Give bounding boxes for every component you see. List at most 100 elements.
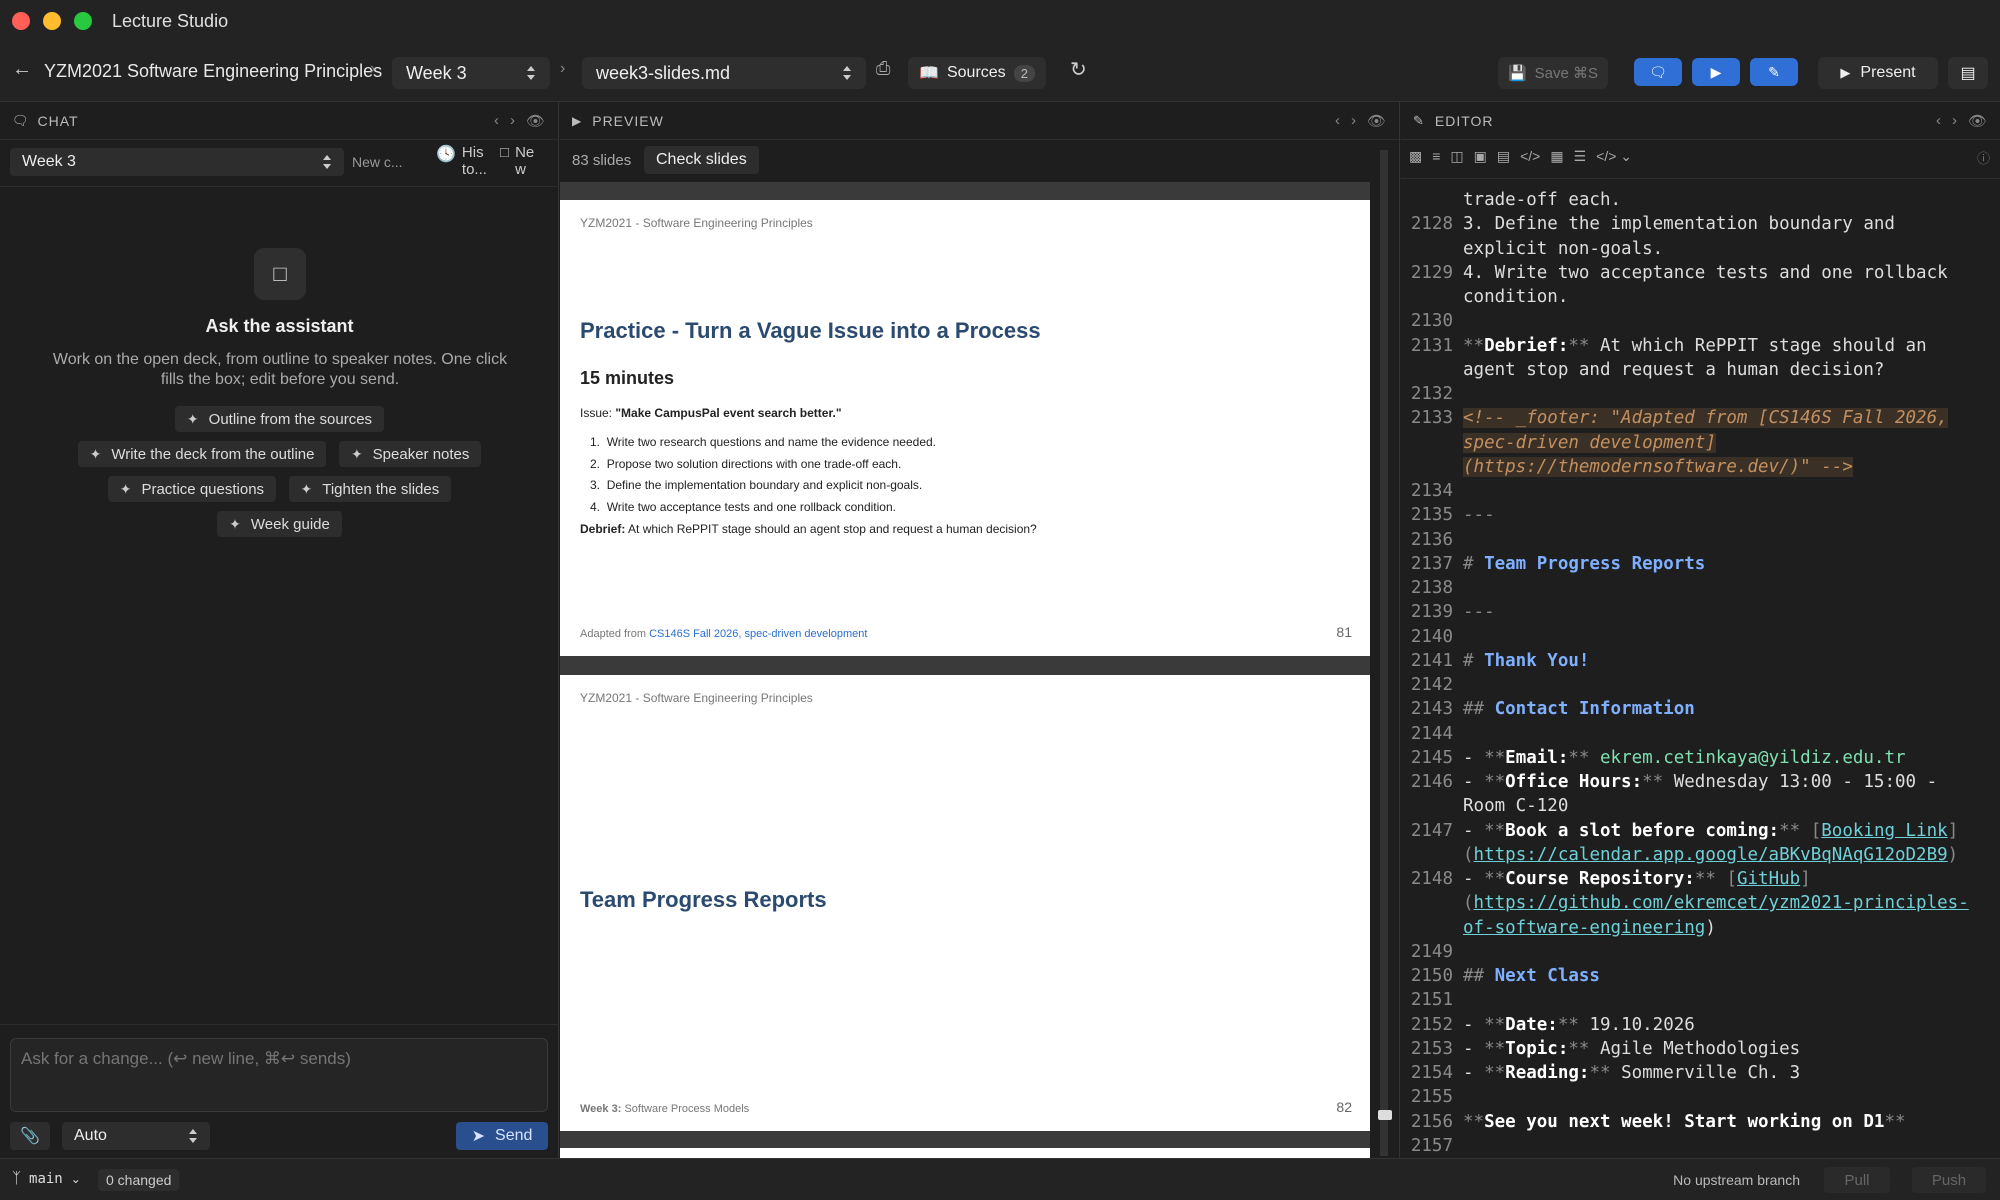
suggestion-chip[interactable]: ✦ Practice questions — [107, 476, 277, 502]
line-number: 2153 — [1410, 1038, 1453, 1059]
line-text: # Team Progress Reports — [1463, 553, 1706, 574]
course-breadcrumb[interactable]: YZM2021 Software Engineering Principles — [44, 61, 382, 82]
zoom-window-button[interactable] — [74, 12, 92, 30]
line-text: explicit non-goals. — [1463, 238, 1664, 259]
toggle-chat-button[interactable]: 🗨 — [1634, 58, 1682, 86]
pull-button[interactable]: Pull — [1824, 1167, 1890, 1193]
notes-icon[interactable]: ▤ — [1497, 148, 1510, 165]
suggestion-chip[interactable]: ✦ Outline from the sources — [174, 406, 385, 432]
new-window-button[interactable]: □ Ne w — [500, 144, 537, 178]
line-number: 2156 — [1410, 1111, 1453, 1132]
present-button[interactable]: ▶ Present — [1818, 57, 1938, 89]
expand-right-icon[interactable]: › — [1952, 112, 1958, 130]
code-icon[interactable]: </> — [1520, 148, 1540, 165]
collapse-left-icon[interactable]: ‹ — [1335, 112, 1341, 130]
editor-header-label: EDITOR — [1434, 112, 1494, 129]
upstream-status: No upstream branch — [1673, 1172, 1800, 1188]
line-number: 2137 — [1410, 553, 1453, 574]
push-button[interactable]: Push — [1912, 1167, 1986, 1193]
preview-icon: ▶ — [1710, 63, 1722, 80]
hide-panel-icon[interactable]: 👁 — [1367, 112, 1387, 130]
expand-right-icon[interactable]: › — [510, 112, 516, 130]
file-select[interactable]: week3-slides.md — [582, 57, 866, 89]
chat-input[interactable] — [10, 1038, 548, 1112]
suggestion-label: Week guide — [250, 515, 330, 533]
slide-layout-icon[interactable]: ▩ — [1409, 148, 1422, 165]
slide-header: YZM2021 - Software Engineering Principle… — [580, 691, 813, 705]
suggestion-row: ✦ Practice questions ✦ Tighten the slides — [0, 476, 559, 502]
minimize-window-button[interactable] — [43, 12, 61, 30]
attach-icon[interactable]: 📎 — [10, 1122, 50, 1150]
refresh-icon[interactable]: ↻ — [1070, 57, 1087, 82]
sources-button[interactable]: 📖 Sources 2 — [908, 57, 1046, 89]
back-arrow-icon[interactable]: ← — [12, 58, 32, 81]
suggestion-label: Outline from the sources — [208, 410, 373, 428]
line-number: 2130 — [1410, 311, 1453, 332]
changed-badge[interactable]: 0 changed — [98, 1169, 180, 1191]
suggestion-chip[interactable]: ✦ Week guide — [217, 511, 342, 537]
suggestion-chip[interactable]: ✦ Tighten the slides — [288, 476, 452, 502]
chat-week-select[interactable]: Week 3 — [10, 148, 344, 176]
hide-panel-icon[interactable]: 👁 — [1968, 112, 1988, 130]
image-icon[interactable]: ▣ — [1474, 148, 1487, 165]
history-button[interactable]: 🕓 His to... — [436, 144, 492, 178]
footer-link[interactable]: CS146S Fall 2026, spec-driven developmen… — [649, 628, 867, 640]
branch-selector[interactable]: ᛉ main ⌄ — [12, 1170, 81, 1187]
history-icon: 🕓 — [436, 146, 456, 163]
line-text: Room C-120 — [1463, 796, 1569, 817]
branch-label: main — [29, 1170, 63, 1187]
close-window-button[interactable] — [12, 12, 30, 30]
slide-number: 82 — [1336, 1099, 1352, 1115]
table-icon[interactable]: ▦ — [1550, 148, 1563, 165]
suggestion-chip[interactable]: ✦ Speaker notes — [338, 441, 482, 467]
save-button[interactable]: 💾 Save ⌘S — [1498, 57, 1608, 89]
app-title: Lecture Studio — [112, 11, 229, 31]
new-window-label: Ne w — [515, 144, 535, 178]
save-icon: 💾 — [1507, 65, 1527, 82]
slide-subtitle: 15 minutes — [580, 368, 675, 388]
line-number: 2157 — [1410, 1135, 1453, 1156]
editor-header: ✎ EDITOR ‹ › 👁 — [1401, 102, 2000, 140]
collapse-left-icon[interactable]: ‹ — [1936, 112, 1942, 130]
columns-icon[interactable]: ◫ — [1450, 148, 1463, 165]
send-button[interactable]: ➤ Send — [456, 1122, 548, 1150]
toggle-preview-button[interactable]: ▶ — [1692, 58, 1740, 86]
help-icon[interactable]: ⓘ — [1977, 148, 1990, 167]
file-select-label: week3-slides.md — [596, 62, 731, 83]
hide-panel-icon[interactable]: 👁 — [526, 112, 546, 130]
check-slides-button[interactable]: Check slides — [644, 146, 759, 174]
slide-82[interactable]: YZM2021 - Software Engineering Principle… — [560, 675, 1370, 1131]
layout-icon[interactable]: ▤ — [1948, 57, 1988, 89]
editor-code-area[interactable]: trade-off each. 2128 3. Define the impleme… — [1401, 180, 2000, 1158]
scroll-thumb[interactable] — [1378, 1110, 1392, 1120]
updown-icon — [322, 154, 332, 170]
line-text: - **Topic:** Agile Methodologies — [1463, 1038, 1801, 1059]
line-number: 2144 — [1410, 723, 1453, 744]
line-text: 3. Define the implementation boundary an… — [1463, 214, 1895, 235]
issue-text: "Make CampusPal event search better." — [615, 406, 842, 420]
mode-label: Auto — [74, 1127, 107, 1144]
line-text: (https://github.com/ekremcet/yzm2021-pri… — [1463, 893, 1969, 914]
footer-text: Software Process Models — [624, 1103, 750, 1115]
slide-debrief: Debrief: At which RePPIT stage should an… — [580, 522, 1037, 536]
slide-issue: Issue: "Make CampusPal event search bett… — [580, 406, 842, 420]
text-align-icon[interactable]: ≡ — [1432, 148, 1440, 165]
expand-right-icon[interactable]: › — [1351, 112, 1357, 130]
code-dropdown-icon[interactable]: </> ⌄ — [1596, 148, 1632, 165]
preview-scrollbar[interactable] — [1378, 150, 1392, 1156]
suggestion-chip[interactable]: ✦ Write the deck from the outline — [77, 441, 327, 467]
debrief-text: At which RePPIT stage should an agent st… — [628, 522, 1037, 536]
week-select[interactable]: Week 3 — [392, 57, 550, 89]
preview-icon: ▶ — [572, 113, 583, 128]
toggle-editor-button[interactable]: ✎ — [1750, 58, 1798, 86]
file-sync-icon[interactable]: ⎙ — [876, 58, 890, 79]
collapse-left-icon[interactable]: ‹ — [494, 112, 500, 130]
line-number: 2143 — [1410, 699, 1453, 720]
new-chat-input[interactable]: New c... — [352, 154, 403, 170]
new-chat-icon: □ — [500, 144, 510, 161]
line-number: 2138 — [1410, 578, 1453, 598]
slide-81[interactable]: YZM2021 - Software Engineering Principle… — [560, 200, 1370, 656]
mode-select[interactable]: Auto — [62, 1122, 210, 1150]
save-label: Save ⌘S — [1534, 65, 1599, 82]
list-icon[interactable]: ☰ — [1574, 148, 1587, 165]
